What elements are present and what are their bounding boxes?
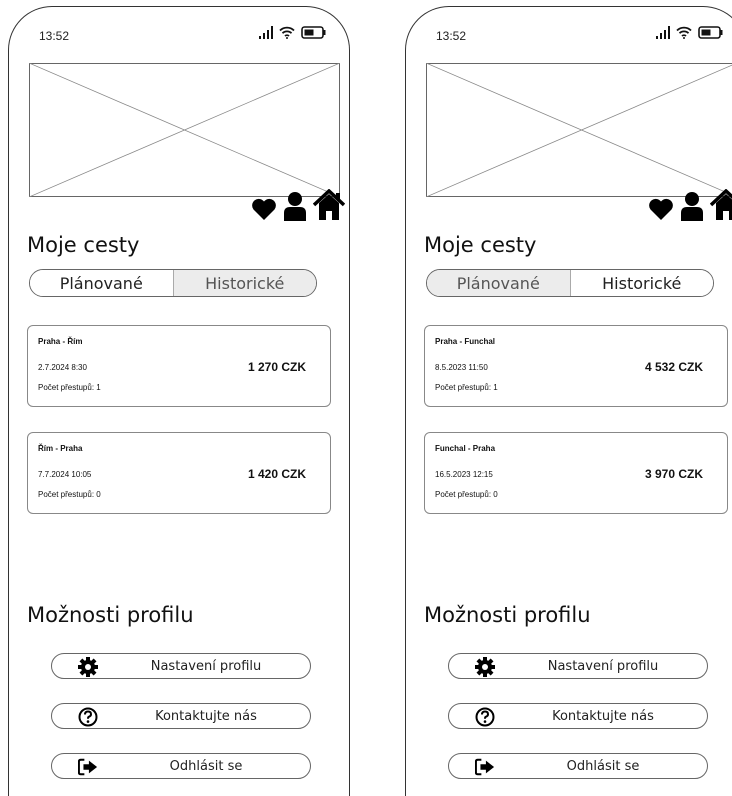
status-time: 13:52 bbox=[39, 29, 70, 43]
trip-date: 8.5.2023 11:50 bbox=[435, 363, 488, 372]
tab-historical[interactable]: Historické bbox=[172, 270, 316, 296]
trip-date: 16.5.2023 12:15 bbox=[435, 470, 493, 479]
button-label: Nastavení profilu bbox=[547, 659, 659, 674]
button-label: Odhlásit se bbox=[566, 759, 640, 774]
question-circle-icon bbox=[78, 707, 98, 727]
trip-transfers: Počet přestupů: 1 bbox=[435, 383, 498, 392]
hero-image-placeholder bbox=[426, 63, 732, 197]
trip-date: 7.7.2024 10:05 bbox=[38, 470, 92, 479]
user-icon[interactable] bbox=[283, 191, 307, 221]
trips-tabs: Plánované Historické bbox=[29, 269, 317, 297]
gear-icon bbox=[78, 657, 98, 677]
trip-route: Praha - Funchal bbox=[435, 337, 496, 346]
trips-tabs: Plánované Historické bbox=[426, 269, 714, 297]
sign-out-icon bbox=[475, 757, 495, 777]
trip-card[interactable]: Praha - Funchal 8.5.2023 11:50 4 532 CZK… bbox=[424, 325, 728, 407]
trip-route: Řím - Praha bbox=[38, 444, 83, 453]
heart-icon[interactable] bbox=[648, 197, 674, 221]
trip-route: Praha - Řím bbox=[38, 337, 83, 346]
button-label: Odhlásit se bbox=[169, 759, 243, 774]
trip-card[interactable]: Řím - Praha 7.7.2024 10:05 1 420 CZK Poč… bbox=[27, 432, 331, 514]
status-icons bbox=[655, 25, 725, 39]
trip-card[interactable]: Funchal - Praha 16.5.2023 12:15 3 970 CZ… bbox=[424, 432, 728, 514]
question-circle-icon bbox=[475, 707, 495, 727]
wifi-icon bbox=[279, 26, 295, 39]
contact-us-button[interactable]: Kontaktujte nás bbox=[51, 703, 311, 729]
signal-icon bbox=[655, 25, 670, 39]
action-icons bbox=[251, 189, 345, 221]
trip-price: 4 532 CZK bbox=[644, 360, 703, 374]
logout-button[interactable]: Odhlásit se bbox=[448, 753, 708, 779]
trip-transfers: Počet přestupů: 0 bbox=[435, 490, 498, 499]
trip-price: 3 970 CZK bbox=[644, 467, 703, 481]
phone-screen-planned: 13:52 Moje cesty Plánované Historické Pr… bbox=[8, 6, 350, 796]
action-icons bbox=[648, 189, 732, 221]
trip-route: Funchal - Praha bbox=[435, 444, 496, 453]
gear-icon bbox=[475, 657, 495, 677]
heart-icon[interactable] bbox=[251, 197, 277, 221]
battery-icon bbox=[698, 25, 723, 39]
trip-transfers: Počet přestupů: 1 bbox=[38, 383, 101, 392]
user-icon[interactable] bbox=[680, 191, 704, 221]
phone-screen-historical: 13:52 Moje cesty Plánované Historické Pr… bbox=[405, 6, 732, 796]
button-label: Kontaktujte nás bbox=[155, 709, 257, 724]
tab-planned[interactable]: Plánované bbox=[30, 270, 173, 296]
tab-historical[interactable]: Historické bbox=[569, 270, 713, 296]
trip-transfers: Počet přestupů: 0 bbox=[38, 490, 101, 499]
home-icon[interactable] bbox=[710, 189, 732, 221]
tab-planned[interactable]: Plánované bbox=[427, 270, 570, 296]
battery-icon bbox=[301, 25, 326, 39]
logout-button[interactable]: Odhlásit se bbox=[51, 753, 311, 779]
profile-options-title: Možnosti profilu bbox=[424, 603, 591, 627]
trip-card[interactable]: Praha - Řím 2.7.2024 8:30 1 270 CZK Poče… bbox=[27, 325, 331, 407]
button-label: Nastavení profilu bbox=[150, 659, 262, 674]
profile-settings-button[interactable]: Nastavení profilu bbox=[51, 653, 311, 679]
trip-date: 2.7.2024 8:30 bbox=[38, 363, 87, 372]
status-icons bbox=[258, 25, 328, 39]
profile-options-title: Možnosti profilu bbox=[27, 603, 194, 627]
contact-us-button[interactable]: Kontaktujte nás bbox=[448, 703, 708, 729]
status-time: 13:52 bbox=[436, 29, 467, 43]
trip-price: 1 420 CZK bbox=[247, 467, 306, 481]
trips-title: Moje cesty bbox=[424, 233, 537, 257]
profile-settings-button[interactable]: Nastavení profilu bbox=[448, 653, 708, 679]
trips-title: Moje cesty bbox=[27, 233, 140, 257]
hero-image-placeholder bbox=[29, 63, 340, 197]
wifi-icon bbox=[676, 26, 692, 39]
trip-price: 1 270 CZK bbox=[247, 360, 306, 374]
signal-icon bbox=[258, 25, 273, 39]
button-label: Kontaktujte nás bbox=[552, 709, 654, 724]
sign-out-icon bbox=[78, 757, 98, 777]
home-icon[interactable] bbox=[313, 189, 345, 221]
